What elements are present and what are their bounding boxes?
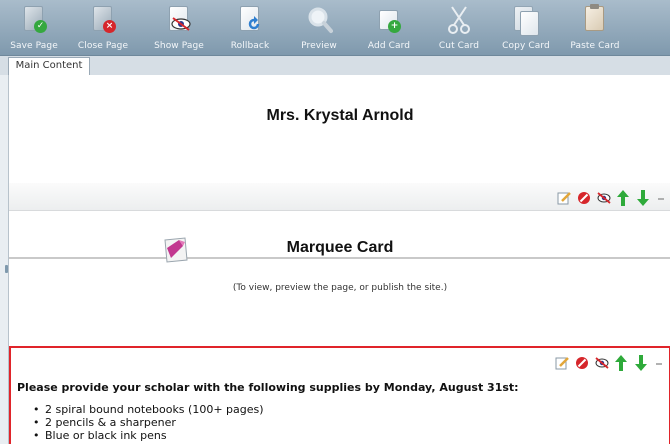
show-page-button[interactable]: Show Page	[153, 3, 205, 53]
page-title: Mrs. Krystal Arnold	[266, 107, 414, 124]
paste-card-button[interactable]: Paste Card	[566, 3, 624, 53]
supplies-list: 2 spiral bound notebooks (100+ pages) 2 …	[33, 403, 264, 442]
rollback-button[interactable]: Rollback	[228, 3, 272, 53]
collapse-card-icon[interactable]	[655, 355, 663, 369]
marquee-title: Marquee Card	[286, 239, 394, 256]
move-up-icon[interactable]	[615, 355, 629, 371]
save-page-button[interactable]: ✓ Save Page	[10, 3, 58, 53]
paste-card-icon	[582, 4, 608, 35]
hide-card-icon[interactable]	[595, 355, 609, 369]
list-item: Blue or black ink pens	[33, 429, 264, 442]
tab-main-content[interactable]: Main Content	[8, 57, 90, 75]
copy-card-icon	[513, 5, 539, 36]
add-card-button[interactable]: + Add Card	[364, 3, 414, 53]
preview-icon	[306, 5, 333, 35]
page-content: Mrs. Krystal Arnold Marquee Card (To vie…	[8, 75, 670, 444]
copy-card-button[interactable]: Copy Card	[498, 3, 554, 53]
marquee-card[interactable]: Marquee Card (To view, preview the page,…	[9, 183, 670, 343]
tab-strip: Main Content	[0, 56, 670, 75]
rollback-icon	[237, 5, 263, 35]
save-page-icon: ✓	[21, 5, 47, 35]
move-down-icon[interactable]	[635, 355, 649, 371]
close-page-button[interactable]: × Close Page	[78, 3, 128, 53]
show-page-icon	[166, 5, 192, 35]
preview-button[interactable]: Preview	[297, 3, 341, 53]
marquee-note: (To view, preview the page, or publish t…	[232, 283, 448, 293]
delete-card-icon[interactable]	[575, 355, 589, 369]
supplies-card[interactable]: Please provide your scholar with the fol…	[9, 346, 670, 444]
cut-card-icon	[446, 5, 472, 35]
supplies-heading: Please provide your scholar with the fol…	[17, 381, 519, 394]
list-item: 2 spiral bound notebooks (100+ pages)	[33, 403, 264, 416]
close-page-icon: ×	[90, 5, 116, 35]
card-toolbar	[11, 348, 669, 376]
editor-toolbar: ✓ Save Page × Close Page Show Page Rollb…	[0, 0, 670, 56]
card-actions	[555, 355, 663, 371]
add-card-icon: +	[376, 5, 402, 35]
cut-card-button[interactable]: Cut Card	[434, 3, 484, 53]
edit-card-icon[interactable]	[555, 355, 569, 370]
list-item: 2 pencils & a sharpener	[33, 416, 264, 429]
